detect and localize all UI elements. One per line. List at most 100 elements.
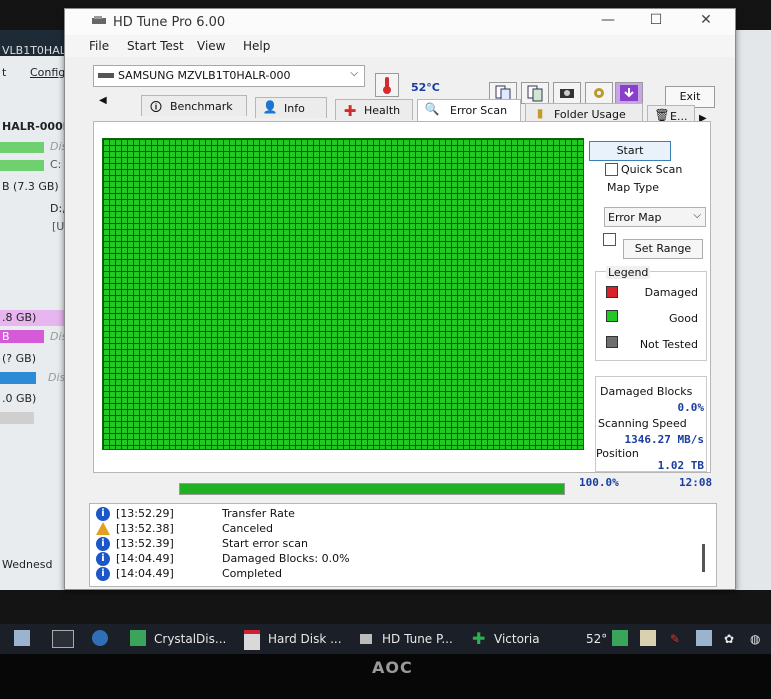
background-window-right	[732, 30, 771, 590]
info-icon: i	[96, 567, 110, 581]
background-text: .8 GB)	[2, 311, 37, 324]
tab-label: Benchmark	[170, 100, 233, 113]
background-text: B (7.3 GB)	[2, 180, 59, 193]
hdtune-icon	[360, 634, 372, 644]
map-type-value: Error Map	[608, 211, 662, 224]
background-bar	[0, 412, 34, 424]
background-bar	[0, 372, 36, 384]
background-text: HALR-000L	[2, 120, 70, 133]
log-entry: i [14:04.49] Damaged Blocks: 0.0%	[96, 551, 696, 566]
hdtune-window: HD Tune Pro 6.00 — ☐ ✕ File Start Test V…	[64, 8, 736, 590]
maximize-button[interactable]: ☐	[641, 12, 671, 32]
log-message: Transfer Rate	[222, 507, 295, 520]
legend-damaged-swatch	[606, 286, 618, 298]
copy-all-button[interactable]	[521, 82, 549, 104]
close-button[interactable]: ✕	[691, 12, 721, 32]
legend-not-tested-swatch	[606, 336, 618, 348]
title-bar[interactable]: HD Tune Pro 6.00 — ☐ ✕	[65, 9, 735, 35]
monitor-brand-logo: AOC	[372, 658, 413, 677]
app-icon[interactable]	[92, 630, 108, 646]
globe-icon[interactable]: ◍	[750, 632, 760, 646]
health-cross-icon: ✚	[343, 102, 357, 120]
scanning-speed-label: Scanning Speed	[598, 417, 687, 430]
quick-scan-checkbox[interactable]	[605, 163, 618, 176]
chevron-down-icon: ⌵	[350, 68, 358, 79]
benchmark-icon: 🛈	[149, 100, 163, 114]
taskbar-app-hdtune[interactable]: HD Tune P...	[382, 632, 453, 646]
log-message: Damaged Blocks: 0.0%	[222, 552, 350, 565]
log-timestamp: [13:52.29]	[116, 507, 174, 520]
set-range-checkbox[interactable]	[603, 233, 616, 246]
log-timestamp: [14:04.49]	[116, 552, 174, 565]
save-button[interactable]	[615, 82, 643, 104]
legend-not-tested-label: Not Tested	[639, 338, 698, 351]
legend-good-swatch	[606, 310, 618, 322]
background-text: Dis	[48, 371, 66, 384]
tray-icon[interactable]: ✿	[724, 632, 734, 646]
start-button[interactable]: Start	[589, 141, 671, 161]
warning-icon	[96, 522, 110, 535]
crystaldisk-icon	[130, 630, 146, 646]
position-value: 1.02 TB	[657, 459, 704, 472]
temperature-indicator	[375, 73, 399, 97]
options-button[interactable]	[585, 82, 613, 104]
background-bar	[0, 142, 44, 153]
legend-damaged-label: Damaged	[644, 286, 698, 299]
set-range-button[interactable]: Set Range	[623, 239, 703, 259]
menu-start-test[interactable]: Start Test	[127, 39, 184, 53]
drive-select[interactable]: SAMSUNG MZVLB1T0HALR-000 ⌵	[93, 65, 365, 87]
tab-label: Info	[284, 102, 305, 115]
menu-bar: File Start Test View Help	[65, 35, 735, 57]
menu-file[interactable]: File	[89, 39, 109, 53]
menu-help[interactable]: Help	[243, 39, 270, 53]
damaged-blocks-value: 0.0%	[677, 401, 705, 414]
chevron-down-icon: ⌵	[693, 210, 701, 221]
hdtune-app-icon	[92, 16, 106, 24]
background-text: VLB1T0HALR	[2, 44, 74, 57]
scanning-speed-value: 1346.27 MB/s	[624, 433, 704, 446]
taskbar-app-crystaldisk[interactable]: CrystalDis...	[154, 632, 226, 646]
taskbar-temperature: 52°	[586, 632, 608, 646]
map-type-select[interactable]: Error Map ⌵	[604, 207, 706, 227]
menu-view[interactable]: View	[197, 39, 225, 53]
tab-info[interactable]: 👤 Info	[255, 97, 327, 118]
drive-name: SAMSUNG MZVLB1T0HALR-000	[118, 69, 291, 82]
taskbar-app-victoria[interactable]: Victoria	[494, 632, 540, 646]
log-list[interactable]: i [13:52.29] Transfer Rate [13:52.38] Ca…	[89, 503, 717, 587]
tab-scroll-left-icon[interactable]: ◀	[99, 95, 107, 106]
log-message: Canceled	[222, 522, 274, 535]
background-text: .0 GB)	[2, 392, 37, 405]
log-timestamp: [14:04.49]	[116, 567, 174, 580]
tray-icon[interactable]: ✎	[670, 632, 680, 646]
log-entry: i [13:52.39] Start error scan	[96, 536, 696, 551]
window-icon[interactable]	[14, 630, 30, 646]
background-text: (? GB)	[2, 352, 36, 365]
background-text: t	[2, 66, 7, 79]
victoria-cross-icon: ✚	[472, 629, 486, 648]
tab-health[interactable]: ✚ Health	[335, 99, 413, 120]
damaged-blocks-label: Damaged Blocks	[600, 385, 693, 398]
taskbar-app-hard-disk[interactable]: Hard Disk ...	[268, 632, 342, 646]
minimize-button[interactable]: —	[593, 12, 623, 32]
info-icon: i	[96, 552, 110, 566]
log-entry: i [13:52.29] Transfer Rate	[96, 506, 696, 521]
legend-good-label: Good	[669, 312, 698, 325]
terminal-icon[interactable]	[52, 630, 74, 648]
copy-all-icon	[527, 85, 543, 102]
scan-progress-bar	[179, 483, 565, 495]
legend-title: Legend	[606, 266, 651, 279]
temperature-value: 52°C	[411, 81, 440, 94]
tab-label: Folder Usage	[554, 108, 626, 121]
tab-label: Health	[364, 104, 401, 117]
tray-icon[interactable]	[612, 630, 628, 646]
drive-icon	[98, 73, 114, 78]
tray-icon[interactable]	[696, 630, 712, 646]
taskbar: CrystalDis... Hard Disk ... HD Tune P...…	[0, 624, 771, 654]
map-type-label: Map Type	[607, 181, 659, 194]
screenshot-button[interactable]	[553, 82, 581, 104]
quick-scan-label: Quick Scan	[621, 163, 683, 176]
tray-icon[interactable]	[640, 630, 656, 646]
log-scrollbar[interactable]	[702, 544, 705, 572]
tab-benchmark[interactable]: 🛈 Benchmark	[141, 95, 247, 116]
tab-label: Error Scan	[450, 104, 508, 117]
